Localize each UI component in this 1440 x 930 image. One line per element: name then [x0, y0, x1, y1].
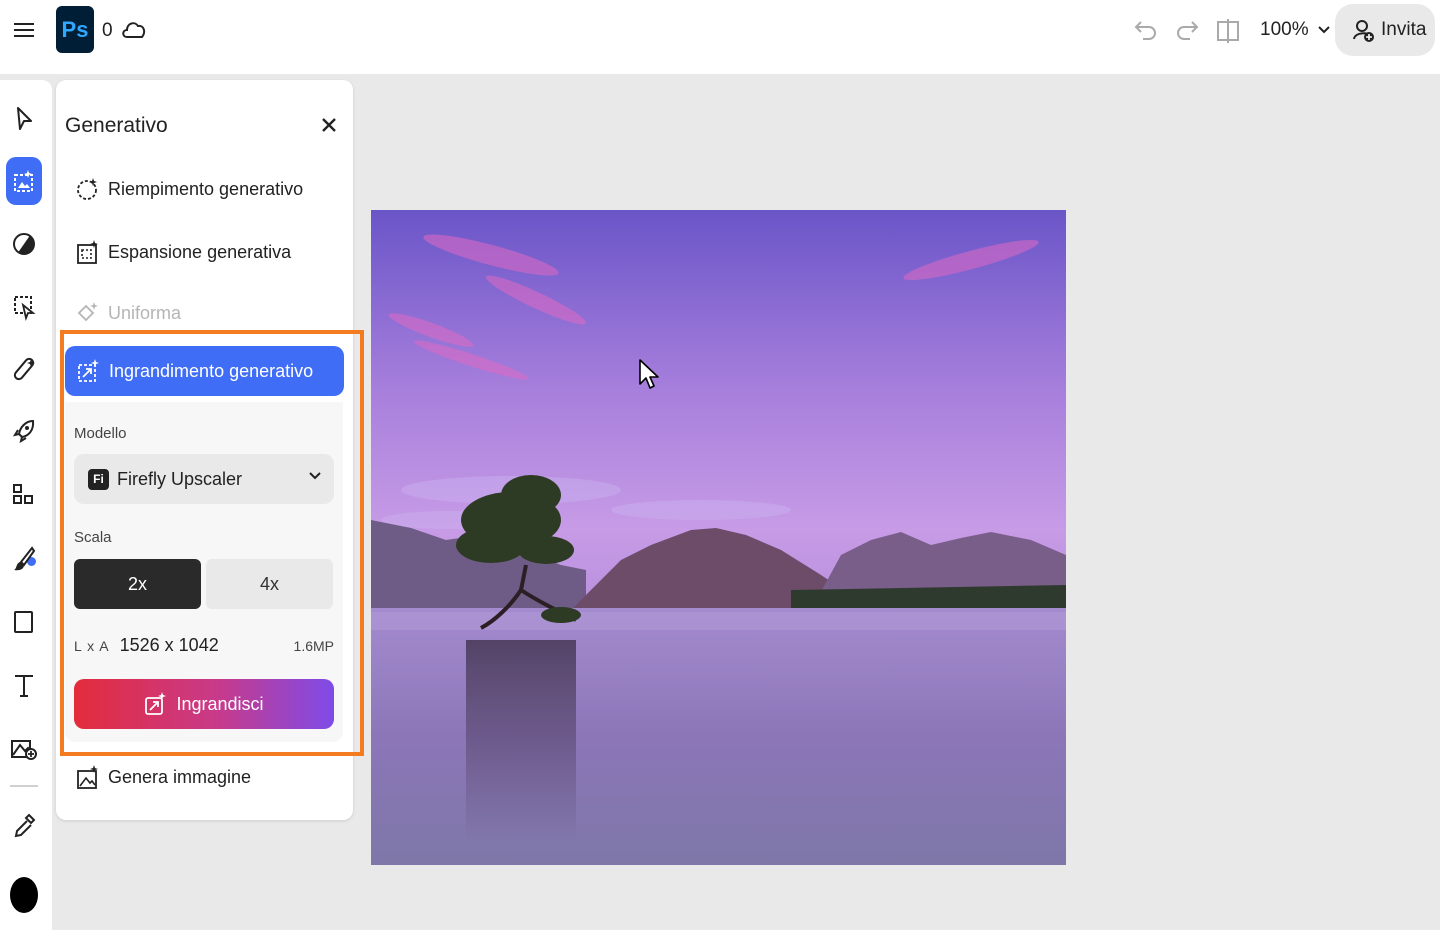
tool-rail	[0, 80, 52, 930]
scale-2x-button[interactable]: 2x	[74, 559, 201, 609]
upscale-button-label: Ingrandisci	[176, 693, 264, 714]
upscale-button[interactable]: Ingrandisci	[74, 679, 334, 729]
mouse-cursor-icon	[638, 358, 660, 397]
menu-item-label: Genera immagine	[108, 766, 252, 787]
menu-item-generative-expand[interactable]: Espansione generativa	[76, 239, 291, 265]
menu-item-harmonize[interactable]: Uniforma	[76, 300, 181, 326]
healing-brush-icon[interactable]	[6, 345, 42, 393]
megapixels-value: 1.6MP	[293, 637, 334, 654]
menu-item-label: Espansione generativa	[108, 241, 292, 262]
redo-icon[interactable]	[1174, 17, 1200, 48]
zoom-value: 100%	[1260, 19, 1309, 40]
generative-panel: Generativo Riempimento generativo Espans…	[56, 80, 364, 820]
generative-expand-icon	[77, 240, 98, 264]
photoshop-logo[interactable]: Ps	[56, 6, 94, 53]
generative-tool-icon[interactable]	[6, 157, 42, 205]
invite-button[interactable]: Invita	[1335, 4, 1435, 56]
shape-tool-icon[interactable]	[6, 598, 42, 646]
model-value: Firefly Upscaler	[117, 468, 243, 489]
add-image-icon[interactable]	[6, 723, 42, 771]
adjustments-icon[interactable]	[6, 220, 42, 268]
dimensions-row: L x A 1526 x 1042 1.6MP	[74, 635, 334, 656]
model-select[interactable]: Fi Firefly Upscaler	[74, 454, 334, 504]
menu-item-label: Ingrandimento generativo	[109, 360, 314, 381]
dimensions-label: L x A	[74, 637, 110, 654]
dimensions-value: 1526 x 1042	[119, 635, 219, 655]
close-icon[interactable]	[318, 114, 340, 136]
rail-divider	[10, 785, 38, 787]
select-tool-icon[interactable]	[6, 95, 42, 143]
menu-icon[interactable]	[14, 20, 34, 40]
menu-item-label: Riempimento generativo	[108, 178, 304, 199]
undo-icon[interactable]	[1133, 17, 1159, 48]
invite-user-icon	[1353, 20, 1374, 42]
credits-count: 0	[102, 20, 113, 41]
menu-item-generative-upscale[interactable]: Ingrandimento generativo	[65, 346, 344, 396]
panel-title: Generativo	[65, 114, 168, 137]
generative-upscale-icon	[78, 359, 99, 382]
compare-icon[interactable]	[1215, 17, 1241, 50]
menu-item-generate-image[interactable]: Genera immagine	[76, 764, 251, 790]
model-label: Modello	[74, 425, 127, 442]
canvas-image[interactable]	[371, 210, 1066, 865]
generative-fill-icon	[77, 178, 97, 200]
zoom-dropdown[interactable]: 100%	[1260, 19, 1331, 41]
scale-4x-button[interactable]: 4x	[206, 559, 333, 609]
quick-actions-icon[interactable]	[6, 408, 42, 456]
cloud-icon[interactable]	[120, 16, 148, 47]
scale-label: Scala	[74, 529, 112, 546]
add-ons-icon[interactable]	[6, 470, 42, 518]
brush-tool-icon[interactable]	[6, 535, 42, 583]
type-tool-icon[interactable]	[6, 661, 42, 709]
chevron-down-icon	[1317, 26, 1330, 34]
menu-item-generative-fill[interactable]: Riempimento generativo	[76, 176, 303, 202]
foreground-color-swatch[interactable]	[10, 877, 38, 913]
generate-image-icon	[77, 765, 98, 789]
chevron-down-icon	[309, 472, 321, 480]
top-bar: Ps 0 100% Invita	[0, 0, 1440, 74]
eyedropper-icon[interactable]	[6, 802, 42, 850]
selection-tool-icon[interactable]	[6, 283, 42, 331]
invite-label: Invita	[1381, 19, 1427, 40]
menu-item-label: Uniforma	[108, 302, 182, 323]
generative-upscale-icon	[145, 692, 167, 715]
firefly-icon: Fi	[88, 468, 109, 490]
harmonize-icon	[77, 302, 98, 322]
